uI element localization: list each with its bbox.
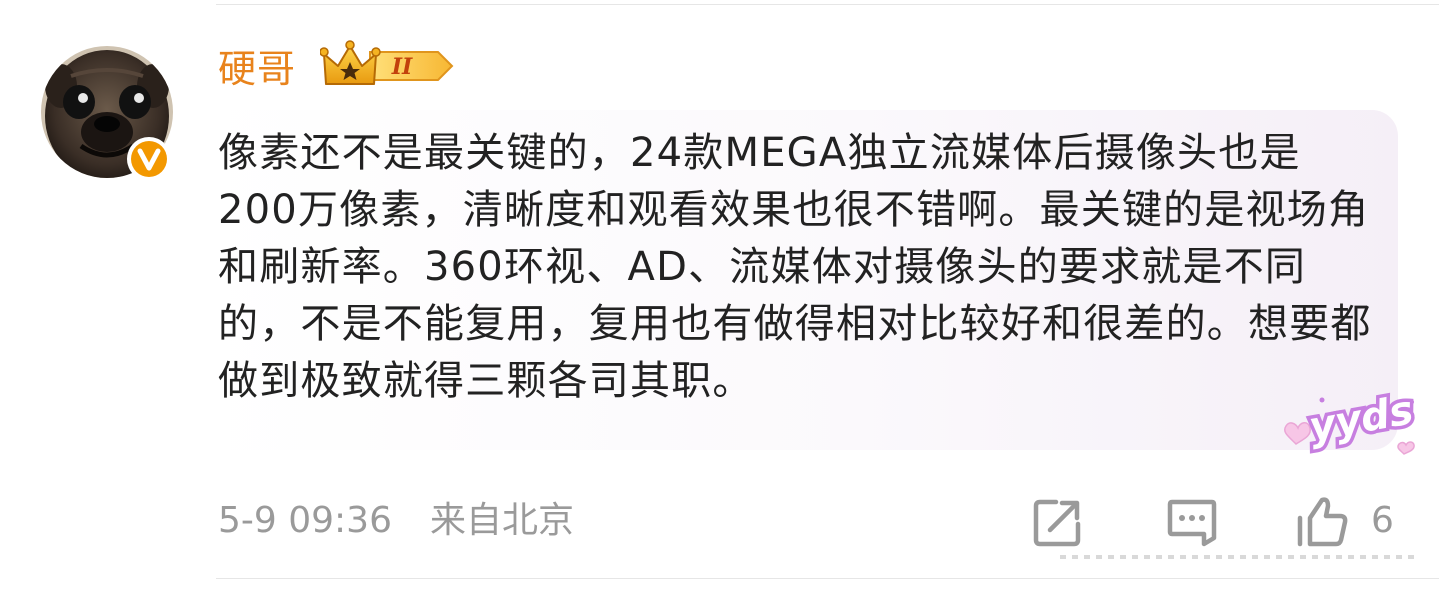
crown-level-badge-icon[interactable]: II xyxy=(319,40,456,92)
comment-text: 像素还不是最关键的，24款MEGA独立流媒体后摄像头也是200万像素，清晰度和观… xyxy=(218,130,1372,404)
comment-card: 硬哥 II 像素还不是最关键的，24款MEGA独立流媒体后摄像头也是200万像素… xyxy=(0,0,1439,589)
top-divider xyxy=(216,4,1439,5)
member-level-text: II xyxy=(391,54,413,80)
like-button[interactable]: 6 xyxy=(1294,494,1404,550)
reply-button[interactable] xyxy=(1164,494,1220,550)
comment-location: 来自北京 xyxy=(430,500,575,541)
like-count: 6 xyxy=(1371,500,1394,541)
comment-time: 5-9 09:36 xyxy=(218,500,392,541)
sticker-text: yyds xyxy=(1306,387,1417,450)
thumbs-up-icon xyxy=(1297,497,1348,547)
username[interactable]: 硬哥 xyxy=(218,44,296,94)
verified-v-badge-icon xyxy=(125,135,173,183)
comment-icon xyxy=(1167,499,1217,547)
share-icon xyxy=(1033,499,1081,547)
share-button[interactable] xyxy=(1030,494,1086,550)
bottom-dotted-line xyxy=(1060,549,1430,565)
bottom-divider xyxy=(216,578,1439,579)
heart-sticker-icon: yyds xyxy=(1278,382,1424,464)
